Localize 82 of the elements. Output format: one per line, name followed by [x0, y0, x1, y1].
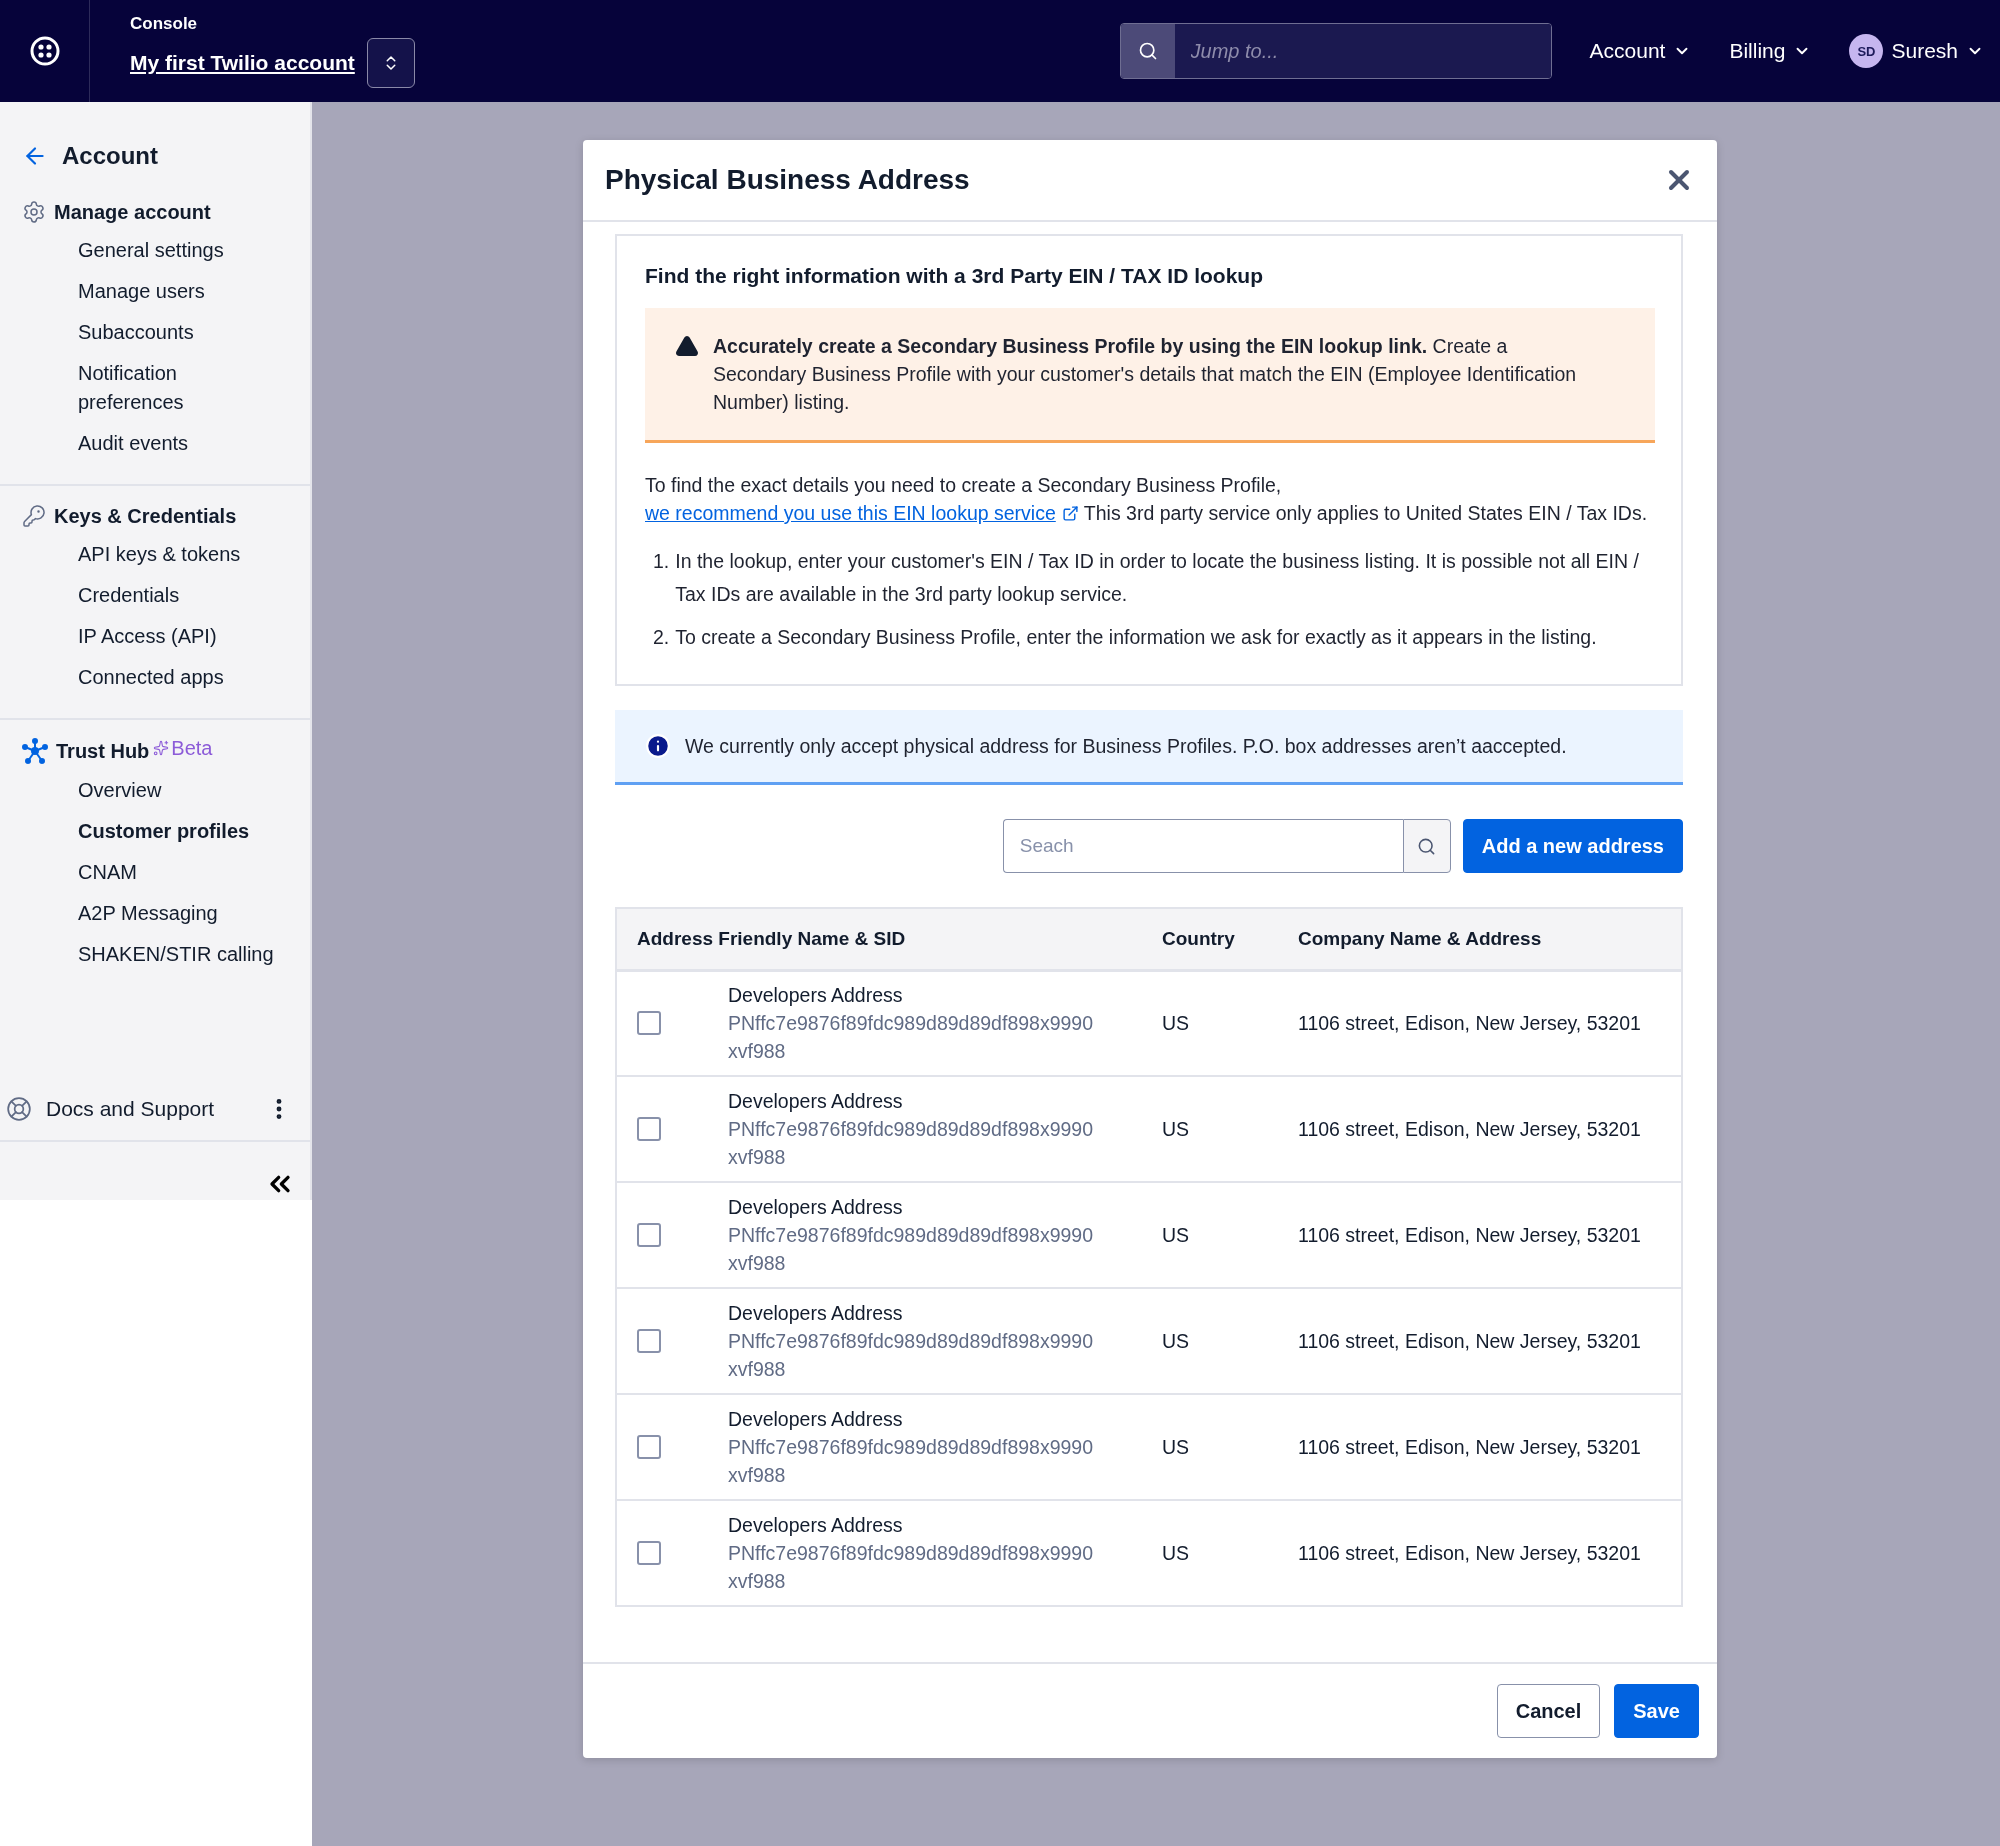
column-header: Address Friendly Name & SID — [616, 908, 1142, 970]
table-cell: US — [1162, 1330, 1190, 1352]
lookup-heading: Find the right information with a 3rd Party EIN / TAX ID lookup — [645, 264, 1264, 288]
ein-lookup-link[interactable]: we recommend you use this EIN lookup service — [645, 499, 1079, 527]
step-text: 2. To create a Secondary Business Profile, enter the information we ask for exactly as it appears in the listing. — [653, 625, 1598, 650]
section-heading: Manage account — [54, 200, 211, 224]
add-address-button[interactable]: Add a new address — [1462, 819, 1683, 873]
row-checkbox[interactable] — [637, 1541, 661, 1565]
table-cell: 1106 street, Edison, New Jersey, 53201 — [1298, 1118, 1641, 1140]
sidebar-item[interactable]: A2P Messaging — [0, 893, 310, 934]
warning-text: Accurately create a Secondary Business Profile by using the EIN lookup link. Create a Secondary Business Profile with your customer's details that match the EIN (Employee Identification Number) listing. — [713, 334, 1578, 415]
beta-badge: Beta — [153, 736, 213, 760]
address-name: Developers Address — [728, 1089, 904, 1114]
nav-menu[interactable]: Account — [1589, 39, 1692, 63]
nav-menu[interactable]: Billing — [1729, 39, 1812, 63]
sidebar-item[interactable]: API keys & tokens — [0, 534, 310, 575]
step-text: 1. In the lookup, enter your customer's EIN / Tax ID in order to locate the business listing. It is possible not all EIN / Tax IDs are available in the 3rd party lookup service. — [653, 549, 1640, 607]
search-field[interactable]: Seach — [1002, 819, 1403, 873]
sidebar-item[interactable]: Overview — [0, 770, 310, 811]
sidebar-item[interactable]: Manage users — [0, 271, 310, 312]
gear-icon — [22, 200, 46, 224]
lifebuoy-icon — [6, 1096, 32, 1122]
table-cell: 1106 street, Edison, New Jersey, 53201 — [1298, 1224, 1641, 1246]
account-switcher-button[interactable] — [366, 38, 415, 88]
user-avatar: SD — [1849, 34, 1884, 68]
table-cell: 1106 street, Edison, New Jersey, 53201 — [1298, 1330, 1641, 1352]
info-icon — [645, 733, 671, 759]
row-checkbox[interactable] — [637, 1117, 661, 1141]
back-link[interactable]: Account — [0, 142, 310, 170]
user-menu[interactable]: SD Suresh — [1849, 34, 1984, 68]
lookup-paragraph: To find the exact details you need to create a Secondary Business Profile, we recommend you use this EIN lookup service This 3rd party service only applies to United States EIN / Tax IDs. — [645, 471, 1655, 527]
address-name: Developers Address — [728, 1407, 904, 1432]
dialog-title: Physical Business Address — [605, 164, 970, 196]
search-icon — [1417, 836, 1437, 856]
sidebar-item[interactable]: General settings — [0, 230, 310, 271]
sidebar-item[interactable]: Notification preferences — [0, 353, 310, 423]
row-checkbox[interactable] — [637, 1223, 661, 1247]
sidebar-item[interactable]: Credentials — [0, 575, 310, 616]
key-icon — [22, 504, 46, 528]
section-heading: Trust Hub — [56, 739, 150, 763]
address-name: Developers Address — [728, 983, 904, 1009]
sidebar-item[interactable]: CNAM — [0, 852, 310, 893]
save-button[interactable]: Save — [1614, 1684, 1699, 1738]
row-checkbox[interactable] — [637, 1329, 661, 1353]
sidebar-item[interactable]: SHAKEN/STIR calling — [0, 934, 310, 975]
address-sid: PNffc7e9876f89fdc989d89d89df898x9990xvf988 — [728, 1329, 1095, 1382]
row-checkbox[interactable] — [637, 1435, 661, 1459]
sidebar-item[interactable]: Audit events — [0, 423, 310, 464]
sidebar-item[interactable]: IP Access (API) — [0, 616, 310, 657]
sidebar-item[interactable]: Connected apps — [0, 657, 310, 698]
address-sid: PNffc7e9876f89fdc989d89d89df898x9990xvf988 — [728, 1011, 1095, 1065]
account-name-link[interactable]: My first Twilio account — [130, 51, 355, 75]
address-sid: PNffc7e9876f89fdc989d89d89df898x9990xvf988 — [728, 1223, 1095, 1276]
docs-support-link[interactable]: Docs and Support — [46, 1097, 252, 1121]
table-cell: 1106 street, Edison, New Jersey, 53201 — [1298, 1436, 1641, 1458]
address-name: Developers Address — [728, 1301, 904, 1326]
search-button[interactable] — [1402, 819, 1451, 873]
external-link-icon — [1061, 504, 1079, 522]
table-cell: US — [1162, 1224, 1190, 1246]
table-cell: 1106 street, Edison, New Jersey, 53201 — [1298, 1012, 1641, 1035]
address-sid: PNffc7e9876f89fdc989d89d89df898x9990xvf988 — [728, 1435, 1095, 1488]
logo-icon[interactable] — [28, 35, 61, 67]
console-label: Console — [130, 14, 199, 34]
table-cell: US — [1162, 1436, 1190, 1458]
section-heading: Keys & Credentials — [54, 504, 237, 528]
table-cell: 1106 street, Edison, New Jersey, 53201 — [1298, 1542, 1641, 1564]
cancel-button[interactable]: Cancel — [1496, 1684, 1601, 1738]
table-cell: US — [1162, 1118, 1190, 1140]
warning-icon — [675, 334, 699, 358]
column-header: Country — [1142, 908, 1278, 970]
sidebar-item[interactable]: Subaccounts — [0, 312, 310, 353]
address-sid: PNffc7e9876f89fdc989d89d89df898x9990xvf988 — [728, 1117, 1095, 1170]
table-cell: US — [1162, 1012, 1190, 1035]
address-name: Developers Address — [728, 1195, 904, 1220]
row-checkbox[interactable] — [637, 1011, 661, 1036]
network-icon — [22, 738, 48, 764]
sidebar-item[interactable]: Customer profiles — [0, 811, 310, 852]
column-header: Company Name & Address — [1278, 908, 1682, 970]
address-name: Developers Address — [728, 1513, 904, 1538]
info-text: We currently only accept physical address for Business Profiles. P.O. box addresses aren’t aaccepted. — [685, 734, 1567, 759]
address-sid: PNffc7e9876f89fdc989d89d89df898x9990xvf988 — [728, 1541, 1095, 1594]
table-cell: US — [1162, 1542, 1190, 1564]
